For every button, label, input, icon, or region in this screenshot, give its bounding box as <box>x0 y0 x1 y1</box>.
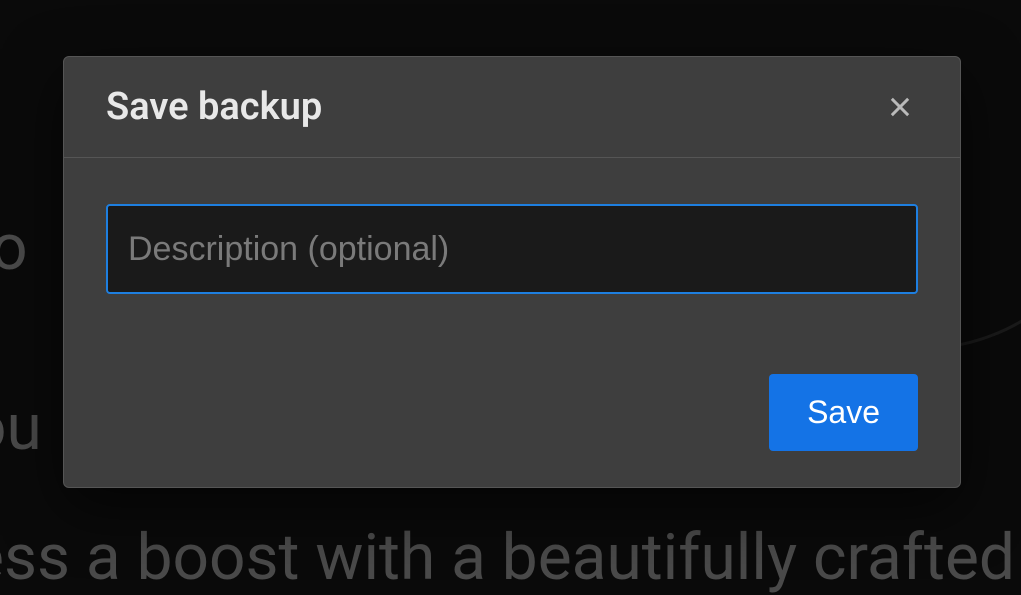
background-text: ou <box>0 390 42 465</box>
modal-header: Save backup <box>64 57 960 158</box>
save-button[interactable]: Save <box>769 374 918 451</box>
close-button[interactable] <box>882 89 918 125</box>
close-icon <box>886 93 914 121</box>
save-backup-modal: Save backup Save <box>63 56 961 488</box>
modal-title: Save backup <box>106 85 322 129</box>
background-text: ro <box>0 210 28 285</box>
background-text: ess a boost with a beautifully crafted <box>0 520 1015 595</box>
modal-body: Save <box>64 158 960 487</box>
modal-footer: Save <box>106 374 918 451</box>
description-input[interactable] <box>106 204 918 294</box>
